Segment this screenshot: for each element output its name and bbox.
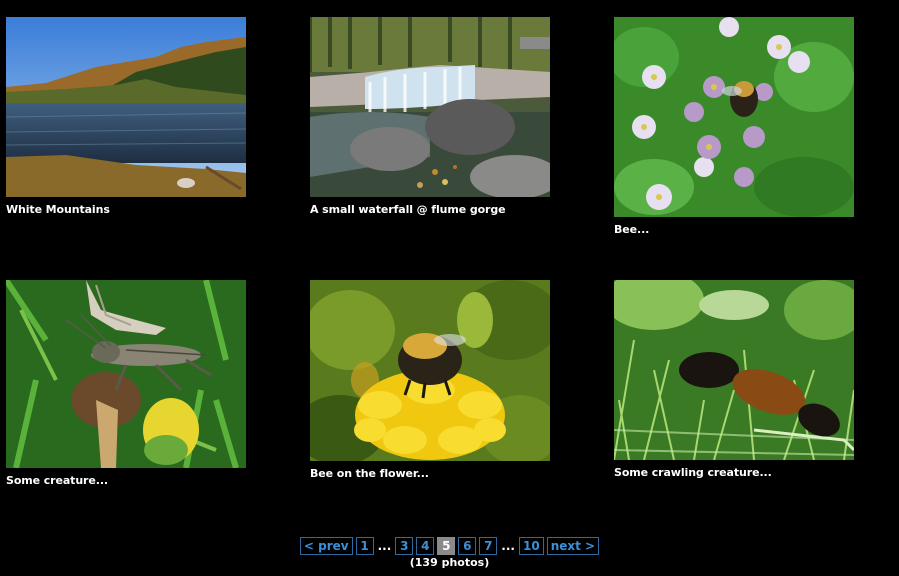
photo-count: (139 photos) [409, 556, 490, 569]
page-link-3[interactable]: 3 [395, 537, 414, 555]
photo-caption: A small waterfall @ flume gorge [310, 203, 506, 216]
photo-item: White Mountains [6, 17, 246, 216]
photo-gallery: White Mountains A small waterfall @ flum… [0, 0, 899, 576]
photo-caption: White Mountains [6, 203, 110, 216]
photo-item: Bee... [614, 17, 854, 236]
photo-item: A small waterfall @ flume gorge [310, 17, 550, 216]
prev-page-link[interactable]: < prev [299, 537, 353, 555]
photo-thumbnail-bee[interactable] [614, 17, 854, 217]
photo-thumbnail-caterpillar[interactable] [614, 280, 854, 460]
photo-thumbnail-bee-on-flower[interactable] [310, 280, 550, 461]
page-link-4[interactable]: 4 [416, 537, 435, 555]
page-link-6[interactable]: 6 [458, 537, 477, 555]
photo-thumbnail-grasshopper[interactable] [6, 280, 246, 468]
page-link-1[interactable]: 1 [355, 537, 374, 555]
photo-item: Some creature... [6, 280, 246, 487]
photo-item: Some crawling creature... [614, 280, 854, 479]
page-link-7[interactable]: 7 [479, 537, 498, 555]
photo-caption: Bee... [614, 223, 650, 236]
pagination: < prev 1 ... 3 4 5 6 7 ... 10 next > (13… [0, 537, 899, 569]
pagination-ellipsis: ... [501, 539, 515, 553]
next-page-link[interactable]: next > [546, 537, 600, 555]
pagination-controls: < prev 1 ... 3 4 5 6 7 ... 10 next > [0, 537, 899, 555]
photo-caption: Some creature... [6, 474, 108, 487]
photo-thumbnail-waterfall[interactable] [310, 17, 550, 197]
photo-caption: Some crawling creature... [614, 466, 772, 479]
current-page-5: 5 [437, 537, 456, 555]
photo-thumbnail-white-mountains[interactable] [6, 17, 246, 197]
photo-caption: Bee on the flower... [310, 467, 429, 480]
pagination-ellipsis: ... [377, 539, 392, 553]
page-link-10[interactable]: 10 [518, 537, 544, 555]
photo-item: Bee on the flower... [310, 280, 550, 480]
